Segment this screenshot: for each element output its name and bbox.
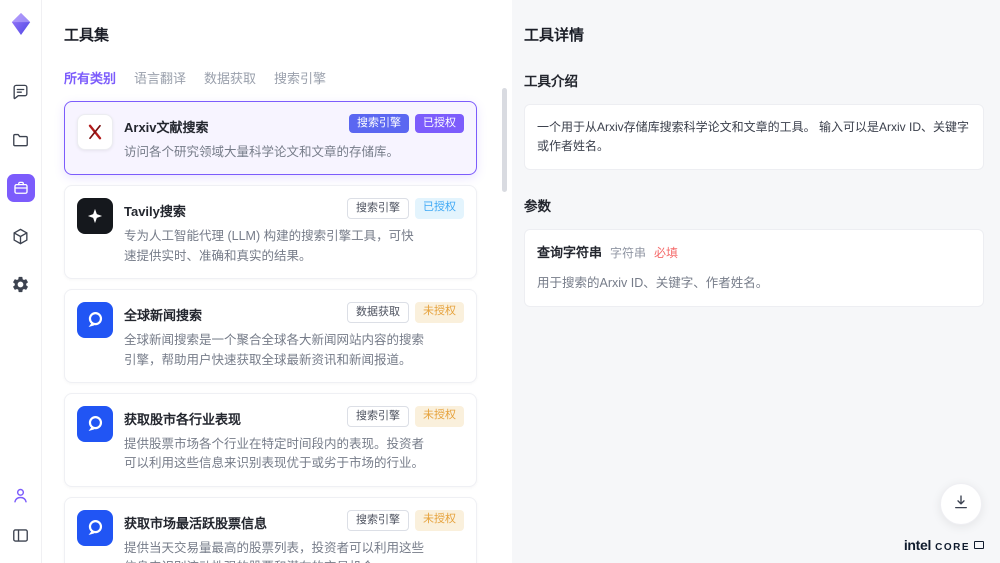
auth-badge: 未授权 xyxy=(415,406,464,427)
scrollbar-thumb[interactable] xyxy=(502,88,507,192)
detail-title: 工具详情 xyxy=(524,24,984,45)
intel-badge-box-icon xyxy=(974,541,984,549)
sidebar-nav xyxy=(7,78,35,298)
tool-description: 提供股票市场各个行业在特定时间段内的表现。投资者可以利用这些信息来识别表现优于或… xyxy=(124,435,424,474)
tool-card-global-news[interactable]: 全球新闻搜索 数据获取 未授权 全球新闻搜索是一个聚合全球各大新闻网站内容的搜索… xyxy=(64,289,477,383)
auth-badge: 未授权 xyxy=(415,302,464,323)
arxiv-logo-icon xyxy=(77,114,113,150)
intro-text: 一个用于从Arxiv存储库搜索科学论文和文章的工具。 输入可以是Arxiv ID… xyxy=(537,120,969,153)
download-icon xyxy=(952,493,970,516)
tool-list-panel: 工具集 所有类别 语言翻译 数据获取 搜索引擎 Arxiv文献搜索 xyxy=(42,0,512,563)
intel-core-logo: intel CORE xyxy=(904,537,984,553)
auth-badge: 未授权 xyxy=(415,510,464,531)
gear-icon xyxy=(11,275,30,294)
param-type: 字符串 xyxy=(610,244,646,263)
briefcase-icon xyxy=(12,179,30,197)
intro-heading: 工具介绍 xyxy=(524,70,984,90)
category-badge: 数据获取 xyxy=(347,302,409,323)
param-card: 查询字符串 字符串 必填 用于搜索的Arxiv ID、关键字、作者姓名。 xyxy=(524,229,984,307)
download-button[interactable] xyxy=(940,483,982,525)
sidebar xyxy=(0,0,42,563)
folder-icon xyxy=(11,131,30,150)
category-badge: 搜索引擎 xyxy=(349,114,409,133)
sidebar-item-files[interactable] xyxy=(7,126,35,154)
chat-icon xyxy=(11,83,30,102)
param-name: 查询字符串 xyxy=(537,243,602,264)
page-title: 工具集 xyxy=(64,24,512,45)
tool-description: 专为人工智能代理 (LLM) 构建的搜索引擎工具，可快速提供实时、准确和真实的结… xyxy=(124,227,424,266)
q-bubble-icon xyxy=(77,302,113,338)
param-description: 用于搜索的Arxiv ID、关键字、作者姓名。 xyxy=(537,273,971,293)
sidebar-item-collapse[interactable] xyxy=(7,521,35,549)
core-brand-text: CORE xyxy=(935,542,970,553)
tool-name: Arxiv文献搜索 xyxy=(124,114,209,136)
category-badge: 搜索引擎 xyxy=(347,510,409,531)
sidebar-item-plugins[interactable] xyxy=(7,222,35,250)
tab-data-fetch[interactable]: 数据获取 xyxy=(204,68,256,87)
tool-name: 全球新闻搜索 xyxy=(124,302,202,324)
tool-card-list: Arxiv文献搜索 搜索引擎 已授权 访问各个研究领域大量科学论文和文章的存储库… xyxy=(64,101,477,563)
tool-name: 获取市场最活跃股票信息 xyxy=(124,510,267,532)
user-icon xyxy=(11,486,30,505)
auth-badge: 已授权 xyxy=(415,114,464,133)
tab-translation[interactable]: 语言翻译 xyxy=(134,68,186,87)
app-logo-icon xyxy=(10,12,32,36)
param-required-badge: 必填 xyxy=(654,244,678,263)
tool-description: 访问各个研究领域大量科学论文和文章的存储库。 xyxy=(124,143,424,162)
tool-description: 提供当天交易量最高的股票列表，投资者可以利用这些信息来识别流动性强的股票和潜在的… xyxy=(124,539,424,563)
category-tabs: 所有类别 语言翻译 数据获取 搜索引擎 xyxy=(64,68,512,87)
auth-badge: 已授权 xyxy=(415,198,464,219)
tool-detail-panel: 工具详情 工具介绍 一个用于从Arxiv存储库搜索科学论文和文章的工具。 输入可… xyxy=(512,0,1000,563)
params-heading: 参数 xyxy=(524,195,984,215)
tab-all-categories[interactable]: 所有类别 xyxy=(64,68,116,87)
intro-card: 一个用于从Arxiv存储库搜索科学论文和文章的工具。 输入可以是Arxiv ID… xyxy=(524,104,984,170)
sidebar-item-settings[interactable] xyxy=(7,270,35,298)
tool-description: 全球新闻搜索是一个聚合全球各大新闻网站内容的搜索引擎，帮助用户快速获取全球最新资… xyxy=(124,331,424,370)
app-window: 工具集 所有类别 语言翻译 数据获取 搜索引擎 Arxiv文献搜索 xyxy=(0,0,1000,563)
param-head: 查询字符串 字符串 必填 xyxy=(537,243,971,264)
tab-search-engine[interactable]: 搜索引擎 xyxy=(274,68,326,87)
intel-brand-text: intel xyxy=(904,537,931,553)
tool-card-tavily[interactable]: Tavily搜索 搜索引擎 已授权 专为人工智能代理 (LLM) 构建的搜索引擎… xyxy=(64,185,477,279)
category-badge: 搜索引擎 xyxy=(347,406,409,427)
scrollbar[interactable] xyxy=(502,88,507,550)
sidebar-bottom xyxy=(7,481,35,549)
category-badge: 搜索引擎 xyxy=(347,198,409,219)
sidebar-item-chat[interactable] xyxy=(7,78,35,106)
tool-card-active-stocks[interactable]: 获取市场最活跃股票信息 搜索引擎 未授权 提供当天交易量最高的股票列表，投资者可… xyxy=(64,497,477,563)
tool-name: Tavily搜索 xyxy=(124,198,186,220)
tool-name: 获取股市各行业表现 xyxy=(124,406,241,428)
box-icon xyxy=(11,227,30,246)
q-bubble-icon xyxy=(77,406,113,442)
sidebar-panel-icon xyxy=(11,526,30,545)
q-bubble-icon xyxy=(77,510,113,546)
tool-card-sector-performance[interactable]: 获取股市各行业表现 搜索引擎 未授权 提供股票市场各个行业在特定时间段内的表现。… xyxy=(64,393,477,487)
sidebar-item-tools[interactable] xyxy=(7,174,35,202)
tavily-star-icon xyxy=(77,198,113,234)
sidebar-item-profile[interactable] xyxy=(7,481,35,509)
tool-card-arxiv[interactable]: Arxiv文献搜索 搜索引擎 已授权 访问各个研究领域大量科学论文和文章的存储库… xyxy=(64,101,477,175)
